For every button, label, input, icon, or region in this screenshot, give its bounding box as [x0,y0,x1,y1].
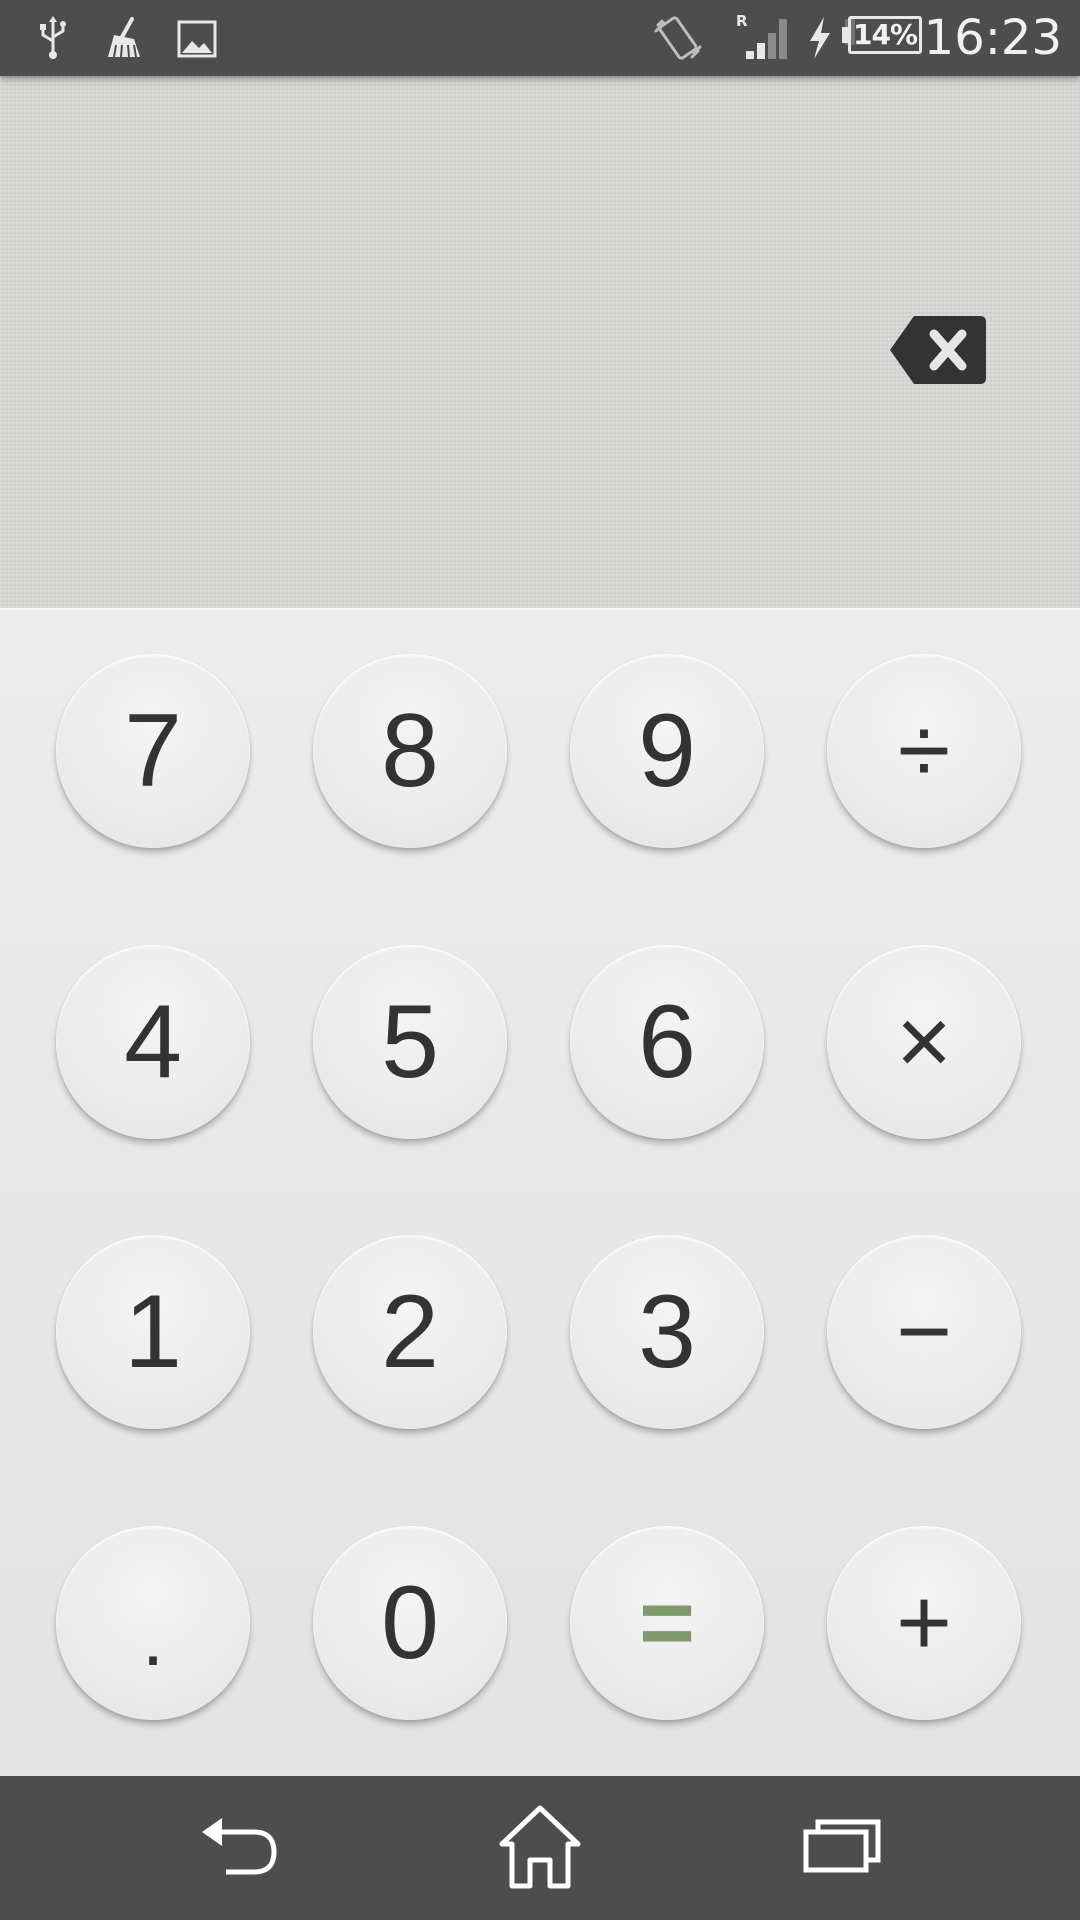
key-multiply-label: × [895,988,953,1095]
key-5[interactable]: 5 [313,945,507,1139]
key-add[interactable]: + [827,1526,1021,1720]
roaming-icon: R [736,13,748,30]
navigation-bar [0,1776,1080,1920]
key-9[interactable]: 9 [570,654,764,848]
key-3-label: 3 [638,1274,696,1390]
key-4-label: 4 [124,984,182,1100]
key-add-label: + [895,1569,953,1676]
key-3[interactable]: 3 [570,1235,764,1429]
key-divide[interactable]: ÷ [827,654,1021,848]
key-2-label: 2 [381,1274,439,1390]
key-subtract-label: − [895,1278,953,1385]
status-bar: R 14% 16:23 [0,0,1080,76]
key-6-label: 6 [638,984,696,1100]
vibrate-icon [650,13,706,63]
key-1-label: 1 [124,1274,182,1390]
key-4[interactable]: 4 [56,945,250,1139]
keypad: 7 8 9 ÷ 4 5 6 × 1 2 3 −. 0 = + [0,610,1080,1776]
key-6[interactable]: 6 [570,945,764,1139]
key-0[interactable]: 0 [313,1526,507,1720]
key-1[interactable]: 1 [56,1235,250,1429]
key-9-label: 9 [638,693,696,809]
key-7[interactable]: 7 [56,654,250,848]
key-0-label: 0 [381,1565,439,1681]
key-8-label: 8 [381,693,439,809]
battery-percent: 14% [852,18,918,51]
key-subtract[interactable]: − [827,1235,1021,1429]
signal-icon: R [736,13,794,63]
key-divide-label: ÷ [897,697,951,804]
status-time: 16:23 [923,10,1062,66]
key-7-label: 7 [124,693,182,809]
usb-icon [28,13,78,63]
battery-indicator: 14% [842,16,926,58]
key-equals-label: = [638,1569,696,1676]
calculator-display [0,76,1080,610]
key-8[interactable]: 8 [313,654,507,848]
key-equals[interactable]: = [570,1526,764,1720]
recent-apps-icon[interactable] [790,1798,890,1898]
key-5-label: 5 [381,984,439,1100]
home-icon[interactable] [490,1798,590,1898]
charging-bolt-icon [802,13,836,63]
key-2[interactable]: 2 [313,1235,507,1429]
back-icon[interactable] [192,1798,292,1898]
key-decimal[interactable]: . [56,1526,250,1720]
key-decimal-label: . [141,1593,165,1682]
cleaner-broom-icon [100,13,150,63]
image-notification-icon [172,13,222,63]
key-multiply[interactable]: × [827,945,1021,1139]
backspace-icon[interactable] [888,314,988,386]
